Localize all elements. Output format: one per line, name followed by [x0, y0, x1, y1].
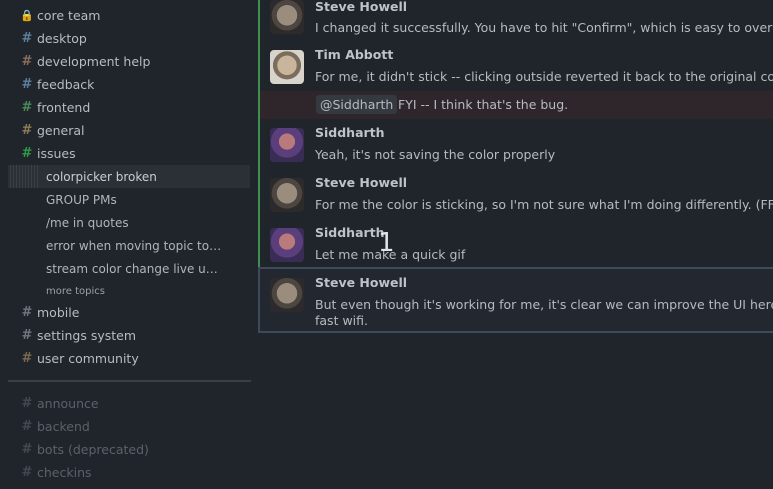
avatar[interactable] — [270, 278, 304, 312]
message-content: FYI -- I think that's the bug. — [398, 97, 569, 112]
message-content: Yeah, it's not saving the color properly — [315, 147, 556, 162]
avatar[interactable] — [270, 128, 304, 162]
message-content-line2: fast wifi. — [315, 313, 368, 328]
message[interactable]: Steve Howell For me the color is stickin… — [260, 170, 773, 220]
sender-name[interactable]: Siddharth — [315, 225, 385, 240]
message-content: But even though it's working for me, it'… — [315, 297, 773, 312]
message[interactable]: Tim Abbott For me, it didn't stick -- cl… — [260, 42, 773, 92]
user-mention[interactable]: @Siddharth — [316, 95, 398, 114]
sender-name[interactable]: Siddharth — [315, 125, 385, 140]
sender-name[interactable]: Steve Howell — [315, 275, 407, 290]
sender-name[interactable]: Steve Howell — [315, 0, 407, 14]
message[interactable]: Steve Howell But even though it's workin… — [260, 270, 773, 332]
message-content: For me, it didn't stick -- clicking outs… — [315, 69, 773, 84]
sender-name[interactable]: Steve Howell — [315, 175, 407, 190]
sender-name[interactable]: Tim Abbott — [315, 47, 393, 62]
avatar[interactable] — [270, 0, 304, 34]
avatar[interactable] — [270, 50, 304, 84]
message-content: For me the color is sticking, so I'm not… — [315, 197, 773, 212]
message[interactable]: Siddharth Let me make a quick gif — [260, 220, 773, 267]
avatar[interactable] — [270, 178, 304, 212]
overlay-step-number: 1 — [378, 228, 395, 258]
message-content: I changed it successfully. You have to h… — [315, 20, 773, 35]
message[interactable]: Siddharth Yeah, it's not saving the colo… — [260, 120, 773, 170]
avatar[interactable] — [270, 228, 304, 262]
message[interactable]: Steve Howell I changed it successfully. … — [260, 0, 773, 42]
